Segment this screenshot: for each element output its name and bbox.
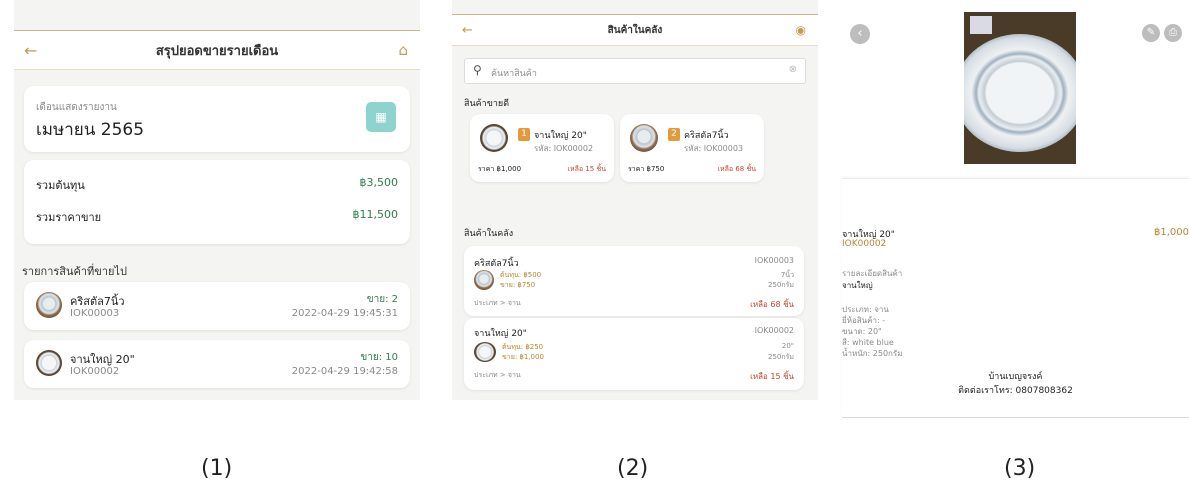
inventory-sale: ขาย: ฿750 <box>500 281 536 289</box>
product-thumbnail <box>630 124 658 152</box>
close-icon[interactable]: ‹ <box>850 24 870 44</box>
total-cost-label: รวมต้นทุน <box>36 179 85 192</box>
shop-name: บ้านเบญจรงค์ <box>988 372 1043 382</box>
inventory-stock: เหลือ 15 ชิ้น <box>750 372 794 381</box>
page-title: สรุปยอดขายรายเดือน <box>155 43 279 59</box>
product-detail-screen: ‹ ✎ ⎙ จานใหญ่ 20" IOK00002 ฿1,000 รายละเ… <box>842 0 1189 420</box>
page-title: สินค้าในคลัง <box>607 24 663 36</box>
print-icon[interactable]: ⎙ <box>1164 24 1182 42</box>
report-month-value: เมษายน 2565 <box>36 120 145 140</box>
product-code: IOK00002 <box>842 239 887 249</box>
product-detail-panel: จานใหญ่ 20" IOK00002 ฿1,000 รายละเอียดสิ… <box>842 178 1189 418</box>
product-thumbnail <box>480 124 508 152</box>
bestseller-code: รหัส: IOK00003 <box>684 144 744 153</box>
inventory-code: IOK00002 <box>754 326 794 335</box>
clear-icon[interactable]: ⊗ <box>789 64 797 75</box>
screen-caption: (3) <box>1004 456 1036 481</box>
plate-image <box>964 34 1076 152</box>
product-price: ฿1,000 <box>1154 227 1189 238</box>
rank-badge: 1 <box>518 128 530 141</box>
bestseller-name: จานใหญ่ 20" <box>534 131 587 141</box>
header-bar: ← สรุปยอดขายรายเดือน ⌂ <box>14 30 420 70</box>
report-month-card: เดือนแสดงรายงาน เมษายน 2565 ▦ <box>24 86 410 152</box>
inventory-weight: 250กรัม <box>768 353 794 361</box>
bestseller-stock: เหลือ 68 ชิ้น <box>717 165 756 173</box>
screen-caption: (2) <box>617 456 649 481</box>
product-thumbnail <box>36 350 62 376</box>
inventory-weight: 250กรัม <box>768 281 794 289</box>
bestseller-code: รหัส: IOK00002 <box>534 144 594 153</box>
search-input[interactable]: ⚲ ค้นหาสินค้า ⊗ <box>464 58 806 84</box>
spec-weight: น้ำหนัก: 250กรัม <box>842 349 903 358</box>
inventory-sale: ขาย: ฿1,000 <box>502 353 544 361</box>
monthly-sales-screen: ← สรุปยอดขายรายเดือน ⌂ เดือนแสดงรายงาน เ… <box>14 0 420 400</box>
photo-background <box>970 16 992 34</box>
list-item[interactable]: จานใหญ่ 20" IOK00002 ขาย: 10 2022-04-29 … <box>24 340 410 388</box>
bestseller-price: ราคา ฿750 <box>628 165 665 173</box>
inventory-stock: เหลือ 68 ชิ้น <box>750 300 794 309</box>
bestseller-stock: เหลือ 15 ชิ้น <box>567 165 606 173</box>
search-placeholder: ค้นหาสินค้า <box>491 69 537 79</box>
bestseller-card[interactable]: 2 คริสตัล7นิ้ว รหัส: IOK00003 ราคา ฿750 … <box>620 114 764 182</box>
product-thumbnail <box>474 270 494 290</box>
total-sales-value: ฿11,500 <box>352 208 399 221</box>
inventory-size: 20" <box>781 342 794 350</box>
inventory-section-title: สินค้าในคลัง <box>464 229 514 239</box>
shop-contact[interactable]: ติดต่อเราโทร: 0807808362 <box>842 383 1189 397</box>
item-code: IOK00003 <box>70 308 120 319</box>
inventory-code: IOK00003 <box>754 256 794 265</box>
total-sales-label: รวมราคาขาย <box>36 211 102 224</box>
inventory-category: ประเภท > จาน <box>474 371 521 379</box>
list-item[interactable]: คริสตัล7นิ้ว IOK00003 ขาย: 2 2022-04-29 … <box>24 282 410 330</box>
report-month-label: เดือนแสดงรายงาน <box>36 102 117 113</box>
sold-items-section-title: รายการสินค้าที่ขายไป <box>22 265 127 278</box>
product-thumbnail <box>474 342 496 362</box>
inventory-category: ประเภท > จาน <box>474 299 521 307</box>
item-code: IOK00002 <box>70 366 120 377</box>
inventory-name: จานใหญ่ 20" <box>474 329 527 339</box>
bestseller-section-title: สินค้าขายดี <box>464 99 510 109</box>
total-cost-value: ฿3,500 <box>359 176 399 189</box>
summary-card: รวมต้นทุน ฿3,500 รวมราคาขาย ฿11,500 <box>24 160 410 244</box>
screen-caption: (1) <box>201 456 233 481</box>
bestseller-name: คริสตัล7นิ้ว <box>684 131 729 141</box>
item-datetime: 2022-04-29 19:45:31 <box>291 308 398 319</box>
rank-badge: 2 <box>668 128 680 141</box>
home-icon[interactable]: ⌂ <box>398 41 408 59</box>
bestseller-card[interactable]: 1 จานใหญ่ 20" รหัส: IOK00002 ราคา ฿1,000… <box>470 114 614 182</box>
item-sold-count: ขาย: 10 <box>360 352 398 363</box>
product-photo <box>964 12 1076 164</box>
header-bar: ← สินค้าในคลัง ◉ <box>452 14 818 46</box>
item-sold-count: ขาย: 2 <box>366 294 398 305</box>
inventory-name: คริสตัล7นิ้ว <box>474 259 519 269</box>
calendar-icon[interactable]: ▦ <box>366 102 396 132</box>
edit-icon[interactable]: ✎ <box>1142 24 1160 42</box>
item-datetime: 2022-04-29 19:42:58 <box>291 366 398 377</box>
settings-icon[interactable]: ◉ <box>796 23 806 37</box>
back-arrow-icon[interactable]: ← <box>462 23 473 38</box>
search-icon: ⚲ <box>473 63 482 77</box>
inventory-screen: ← สินค้าในคลัง ◉ ⚲ ค้นหาสินค้า ⊗ สินค้าข… <box>452 0 818 400</box>
back-arrow-icon[interactable]: ← <box>24 41 37 60</box>
detail-value: จานใหญ่ <box>842 281 873 290</box>
inventory-item[interactable]: คริสตัล7นิ้ว IOK00003 ต้นทุน: ฿500 ขาย: … <box>464 246 804 316</box>
bestseller-price: ราคา ฿1,000 <box>478 165 522 173</box>
inventory-item[interactable]: จานใหญ่ 20" IOK00002 ต้นทุน: ฿250 ขาย: ฿… <box>464 318 804 390</box>
product-thumbnail <box>36 292 62 318</box>
